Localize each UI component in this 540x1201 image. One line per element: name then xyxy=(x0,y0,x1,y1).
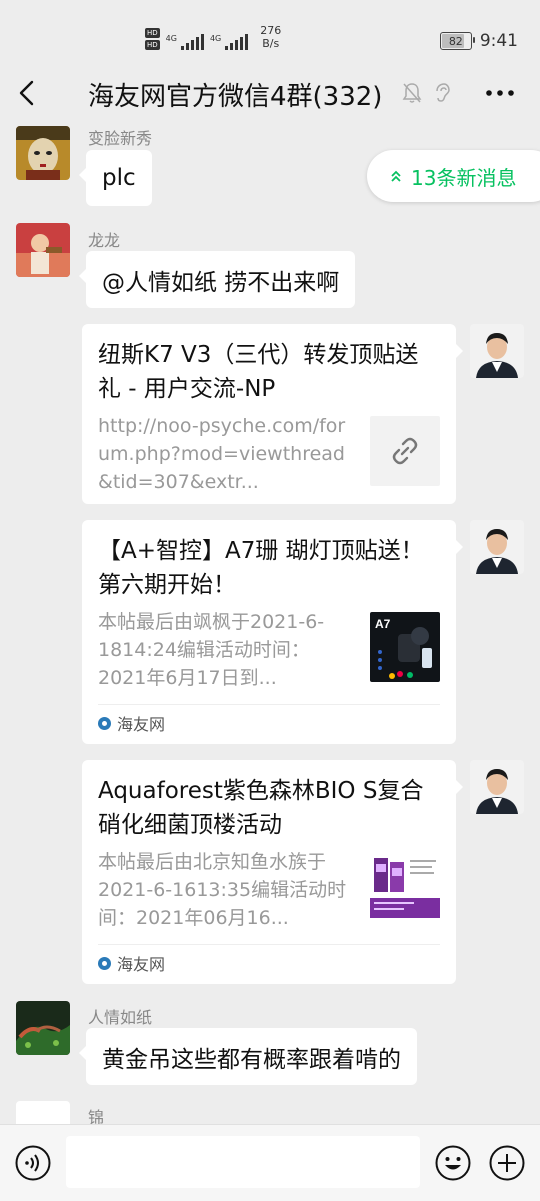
avatar[interactable] xyxy=(16,1101,70,1124)
speed-value: 276 xyxy=(260,24,282,37)
message-text: 黄金吊这些都有概率跟着啃的 xyxy=(102,1046,401,1073)
avatar[interactable] xyxy=(16,223,70,277)
my-avatar[interactable] xyxy=(470,760,524,814)
double-chevron-up-icon xyxy=(391,170,401,182)
source-logo-icon xyxy=(98,956,111,970)
emoji-button[interactable] xyxy=(434,1144,472,1182)
hd-indicator: HD HD xyxy=(145,28,160,50)
message-text: @人情如纸 捞不出来啊 xyxy=(102,269,340,296)
clock: 9:41 xyxy=(479,31,518,51)
chat-header: 海友网官方微信4群(332) xyxy=(0,60,540,126)
network-type: 4G xyxy=(209,34,222,43)
message-bubble[interactable]: 黄金吊这些都有概率跟着啃的 xyxy=(79,1028,417,1085)
network-speed: 276 B/s xyxy=(260,24,281,50)
chevron-left-icon xyxy=(19,80,34,106)
link-card[interactable]: 纽斯K7 V3（三代）转发顶贴送礼 - 用户交流-NP http://noo-p… xyxy=(82,324,463,504)
more-dots-icon xyxy=(486,90,514,96)
source-logo-icon xyxy=(98,716,111,730)
link-thumbnail xyxy=(370,416,440,486)
avatar[interactable] xyxy=(16,126,70,180)
hd-badge: HD xyxy=(145,40,160,50)
link-thumbnail: A7 xyxy=(370,612,440,682)
back-button[interactable] xyxy=(12,76,46,110)
link-thumbnail xyxy=(370,852,440,922)
signal-icon: 4G xyxy=(166,34,204,50)
mute-bell-icon xyxy=(402,83,422,103)
message-bubble[interactable]: plc xyxy=(79,150,152,206)
avatar-image xyxy=(470,324,524,378)
avatar-image xyxy=(16,126,70,180)
voice-input-button[interactable] xyxy=(14,1144,52,1182)
card-source: 海友网 xyxy=(98,944,440,981)
emoji-icon xyxy=(435,1145,471,1181)
product-image: A7 xyxy=(370,612,440,682)
more-button[interactable] xyxy=(482,78,518,108)
voice-icon xyxy=(15,1145,51,1181)
status-right: 82 9:41 xyxy=(439,31,518,51)
my-avatar[interactable] xyxy=(470,324,524,378)
new-messages-button[interactable]: 13条新消息 xyxy=(367,150,540,202)
card-description: http://noo-psyche.com/forum.php?mod=view… xyxy=(98,415,346,493)
source-name: 海友网 xyxy=(117,955,166,974)
input-bar xyxy=(0,1124,540,1201)
card-title: 【A+智控】A7珊 瑚灯顶贴送！第六期开始！ xyxy=(98,538,424,598)
message-bubble[interactable]: @人情如纸 捞不出来啊 xyxy=(78,251,356,308)
link-card[interactable]: Aquaforest紫色森林BIO S复合硝化细菌顶楼活动 本帖最后由北京知鱼水… xyxy=(82,760,463,984)
message-input[interactable] xyxy=(66,1136,420,1188)
hd-badge: HD xyxy=(145,28,160,38)
plus-icon xyxy=(489,1145,525,1181)
more-functions-button[interactable] xyxy=(488,1144,526,1182)
source-name: 海友网 xyxy=(117,715,166,734)
card-description: 本帖最后由飒枫于2021-6-1814:24编辑活动时间：2021年6月17日到… xyxy=(98,611,325,689)
avatar-image xyxy=(16,223,70,277)
product-image xyxy=(370,852,440,922)
link-card[interactable]: 【A+智控】A7珊 瑚灯顶贴送！第六期开始！ 本帖最后由飒枫于2021-6-18… xyxy=(82,520,463,744)
network-type: 4G xyxy=(165,34,177,43)
my-avatar[interactable] xyxy=(470,520,524,574)
speed-unit: B/s xyxy=(262,37,280,50)
avatar-image xyxy=(470,760,524,814)
sender-name: 人情如纸 xyxy=(88,1008,153,1027)
card-description: 本帖最后由北京知鱼水族于2021-6-1613:35编辑活动时间：2021年06… xyxy=(98,851,347,929)
card-title: 纽斯K7 V3（三代）转发顶贴送礼 - 用户交流-NP xyxy=(98,342,419,402)
thumb-label: A7 xyxy=(375,617,391,631)
sender-name: 龙龙 xyxy=(88,231,121,250)
avatar-image xyxy=(470,520,524,574)
chat-title: 海友网官方微信4群(332) xyxy=(88,82,383,112)
link-icon xyxy=(392,437,418,465)
sender-name: 变脸新秀 xyxy=(88,129,153,148)
avatar-image xyxy=(16,1001,70,1055)
header-status-icons xyxy=(402,82,452,104)
card-title: Aquaforest紫色森林BIO S复合硝化细菌顶楼活动 xyxy=(98,778,424,838)
signal-icon: 4G xyxy=(209,34,249,50)
message-text: plc xyxy=(102,165,136,191)
battery-level: 82 xyxy=(448,34,463,48)
new-messages-label: 13条新消息 xyxy=(411,165,517,190)
card-source: 海友网 xyxy=(98,704,440,741)
status-left: HD HD 4G 4G 276 B/s xyxy=(145,24,281,50)
status-bar: HD HD 4G 4G 276 B/s 82 9:41 xyxy=(0,0,540,60)
battery-icon: 82 xyxy=(439,32,475,50)
ear-icon xyxy=(436,83,450,102)
avatar[interactable] xyxy=(16,1001,70,1055)
